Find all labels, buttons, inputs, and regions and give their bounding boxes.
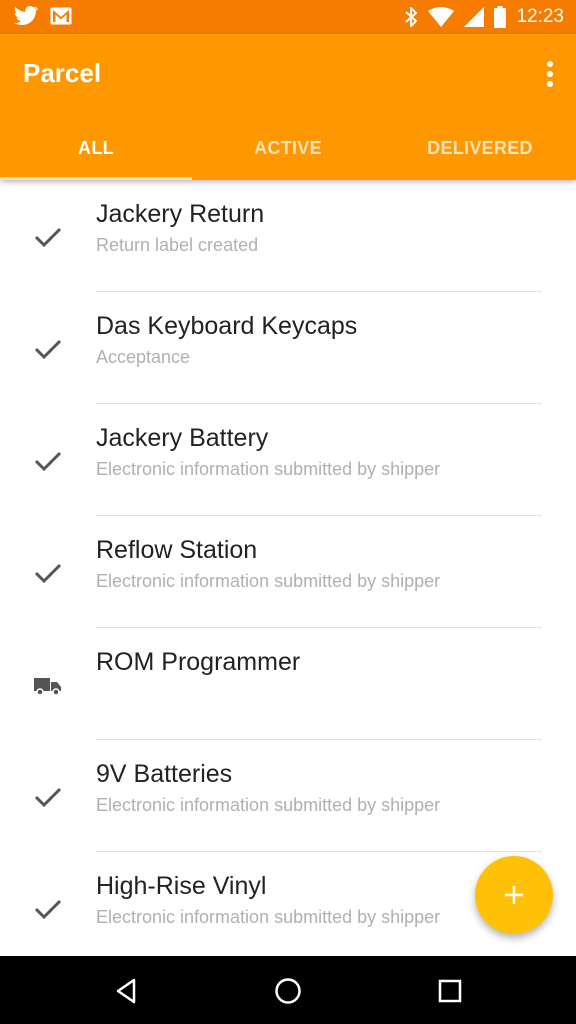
parcel-list: Jackery Return Return label created Das … — [0, 180, 576, 964]
clock: 12:23 — [516, 6, 564, 27]
truck-icon — [34, 678, 61, 696]
parcel-title: Reflow Station — [96, 536, 258, 564]
battery-icon — [494, 6, 507, 28]
check-icon — [34, 451, 62, 472]
tab-delivered-label: DELIVERED — [427, 137, 533, 158]
check-icon — [34, 227, 62, 248]
tab-bar: ALL ACTIVE DELIVERED — [0, 116, 576, 180]
back-icon[interactable] — [112, 976, 142, 1006]
tab-all[interactable]: ALL — [0, 116, 192, 180]
parcel-status: Electronic information submitted by ship… — [96, 907, 441, 927]
check-icon — [34, 899, 62, 920]
app-title: Parcel — [23, 58, 102, 88]
parcel-status: Electronic information submitted by ship… — [96, 571, 441, 591]
tab-all-label: ALL — [78, 137, 114, 158]
status-bar: 12:23 — [0, 0, 576, 34]
twitter-icon — [14, 6, 38, 25]
parcel-status: Electronic information submitted by ship… — [96, 459, 441, 479]
home-icon[interactable] — [273, 976, 303, 1006]
tab-active-label: ACTIVE — [254, 137, 322, 158]
add-parcel-button[interactable] — [475, 856, 553, 934]
list-item[interactable]: ROM Programmer — [0, 628, 576, 740]
list-item[interactable]: Reflow Station Electronic information su… — [0, 516, 576, 628]
more-vert-icon[interactable] — [544, 60, 556, 88]
list-item[interactable]: Jackery Return Return label created — [0, 180, 576, 292]
tab-indicator — [0, 177, 192, 180]
check-icon — [34, 563, 62, 584]
parcel-title: ROM Programmer — [96, 648, 301, 676]
parcel-title: Jackery Battery — [96, 424, 269, 452]
plus-icon — [505, 886, 523, 904]
parcel-title: High-Rise Vinyl — [96, 872, 267, 900]
wifi-icon — [428, 7, 455, 27]
tab-active[interactable]: ACTIVE — [192, 116, 384, 180]
recents-icon[interactable] — [435, 976, 465, 1006]
parcel-title: Das Keyboard Keycaps — [96, 312, 358, 340]
parcel-title: 9V Batteries — [96, 760, 233, 788]
gmail-icon — [50, 7, 72, 25]
navigation-bar — [0, 956, 576, 1024]
parcel-status: Return label created — [96, 235, 259, 255]
parcel-status: Electronic information submitted by ship… — [96, 795, 441, 815]
cell-signal-icon — [464, 7, 485, 27]
parcel-title: Jackery Return — [96, 200, 265, 228]
parcel-status: Acceptance — [96, 347, 191, 367]
list-item[interactable]: 9V Batteries Electronic information subm… — [0, 740, 576, 852]
check-icon — [34, 339, 62, 360]
app-bar: Parcel ALL ACTIVE DELIVERED — [0, 34, 576, 180]
list-item[interactable]: Jackery Battery Electronic information s… — [0, 404, 576, 516]
check-icon — [34, 787, 62, 808]
tab-delivered[interactable]: DELIVERED — [384, 116, 576, 180]
bluetooth-icon — [405, 7, 418, 27]
list-item[interactable]: Das Keyboard Keycaps Acceptance — [0, 292, 576, 404]
